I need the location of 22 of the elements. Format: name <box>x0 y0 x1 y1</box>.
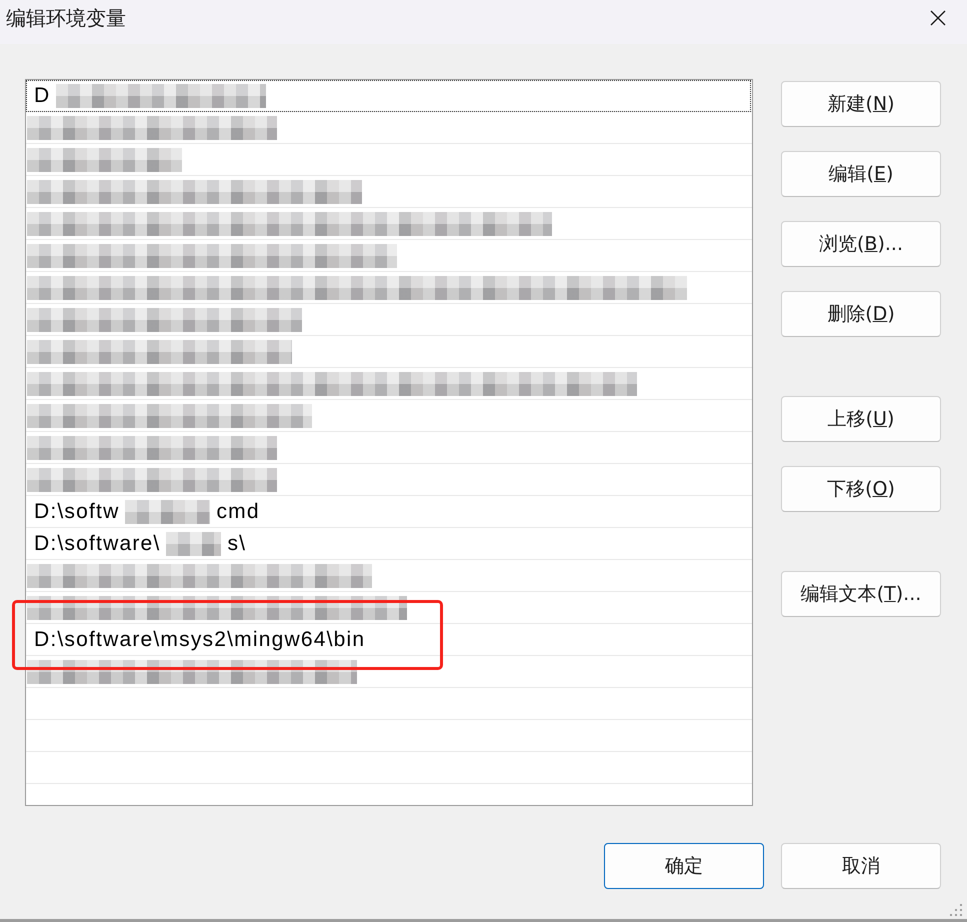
path-text[interactable]: s\ <box>227 532 246 556</box>
path-text[interactable]: D:\software\ <box>34 532 160 556</box>
action-button[interactable]: 编辑(E) <box>781 151 941 197</box>
action-button[interactable]: 新建(N) <box>781 81 941 127</box>
path-list-item[interactable]: D <box>26 80 751 112</box>
action-button[interactable]: 下移(O) <box>781 466 941 512</box>
path-list-item[interactable]: D:\software\ s\ <box>26 528 751 560</box>
action-button[interactable]: 编辑文本(T)... <box>781 571 941 617</box>
path-text[interactable]: D:\software\msys2\mingw64\bin <box>34 628 366 652</box>
action-button[interactable]: 浏览(B)... <box>781 221 941 267</box>
close-icon <box>930 10 946 26</box>
path-text[interactable]: cmd <box>216 500 260 524</box>
dialog-button[interactable]: 确定 <box>604 843 764 889</box>
path-list-item[interactable]: D:\software\msys2\mingw64\bin <box>26 624 751 656</box>
path-list-item[interactable]: D:\softw cmd <box>26 496 751 528</box>
action-button[interactable]: 删除(D) <box>781 291 941 337</box>
action-button[interactable]: 上移(U) <box>781 396 941 442</box>
path-text[interactable]: D <box>34 84 50 108</box>
resize-grip-icon[interactable] <box>950 904 963 917</box>
dialog-button[interactable]: 取消 <box>781 843 941 889</box>
window-title: 编辑环境变量 <box>6 5 126 31</box>
path-text[interactable]: D:\softw <box>34 500 120 524</box>
